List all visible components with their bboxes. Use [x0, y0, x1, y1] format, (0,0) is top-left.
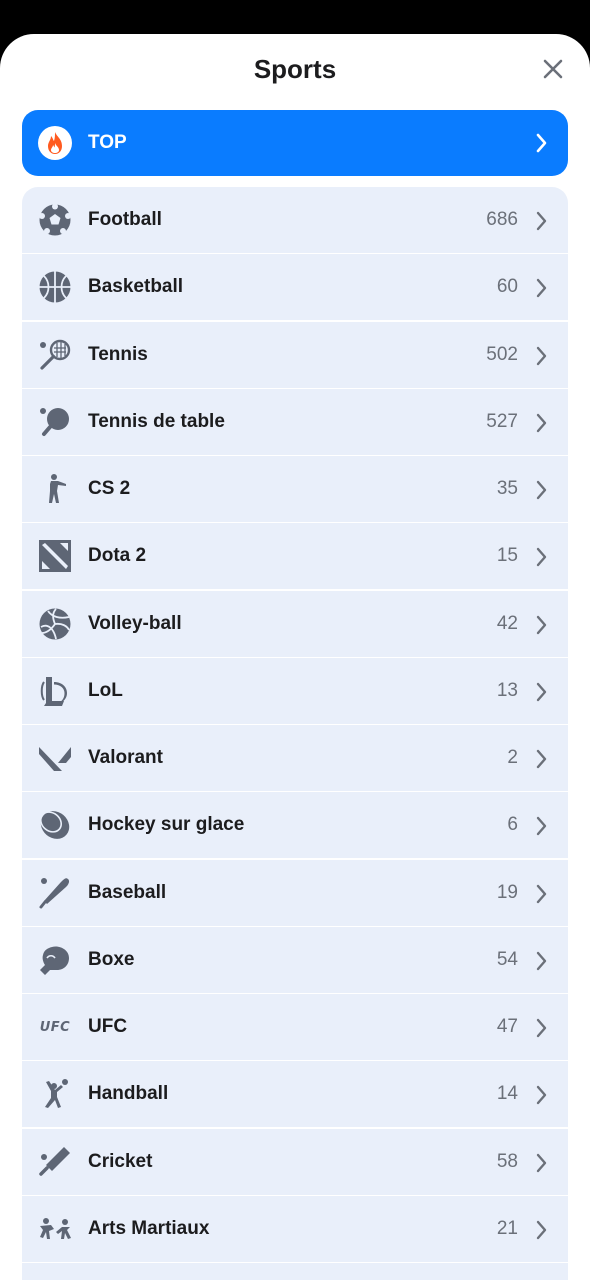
sports-sheet: Sports TOP Football 686 Basketball 60 Tennis… — [0, 34, 590, 1280]
sport-label: Boxe — [88, 948, 135, 970]
chevron-right-icon — [536, 951, 547, 971]
event-count: 14 — [496, 1083, 518, 1105]
event-count: 42 — [496, 612, 518, 634]
chevron-right-icon — [536, 682, 547, 702]
event-count: 686 — [486, 209, 518, 230]
sport-row-football[interactable]: Football 686 — [22, 187, 568, 253]
basketball-icon — [38, 270, 72, 304]
chevron-right-icon — [536, 1018, 547, 1038]
event-count: 13 — [496, 679, 518, 701]
sport-row-boxe[interactable]: Boxe 54 — [22, 926, 568, 993]
sport-row-lol[interactable]: LoL 13 — [22, 657, 568, 724]
martial-arts-icon — [38, 1212, 72, 1246]
cs2-icon — [38, 472, 72, 506]
tennis-icon — [38, 338, 72, 372]
event-count: 47 — [496, 1016, 518, 1038]
event-count: 6 — [507, 814, 518, 836]
chevron-right-icon — [536, 1220, 547, 1240]
sport-label: Valorant — [88, 747, 163, 769]
sport-row-arts-martiaux[interactable]: Arts Martiaux 21 — [22, 1195, 568, 1262]
chevron-right-icon — [536, 817, 547, 836]
chevron-right-icon — [536, 413, 547, 432]
sport-label: Tennis — [88, 343, 148, 365]
sheet-header: Sports — [0, 34, 590, 110]
sport-label: CS 2 — [88, 478, 131, 500]
chevron-right-icon — [536, 1086, 547, 1105]
sport-row-tennis[interactable]: Tennis 502 — [22, 321, 568, 388]
sport-row-handball[interactable]: Handball 14 — [22, 1061, 568, 1128]
chevron-right-icon — [536, 133, 547, 153]
event-count: 35 — [496, 478, 518, 500]
sport-label: Handball — [88, 1083, 169, 1105]
sport-label: Tennis de table — [88, 410, 225, 432]
sport-row-valorant[interactable]: Valorant 2 — [22, 725, 568, 792]
event-count: 527 — [486, 410, 518, 432]
sports-list: Football 686 Basketball 60 Tennis 502 Tennis d… — [22, 187, 568, 1280]
event-count: 21 — [496, 1217, 518, 1239]
top-item[interactable]: TOP — [22, 110, 568, 176]
baseball-bat-icon — [38, 876, 72, 910]
lol-icon — [38, 674, 72, 708]
boxing-glove-icon — [38, 943, 72, 977]
sport-row-ufc[interactable]: UFC UFC 47 — [22, 994, 568, 1061]
sport-label: Basketball — [88, 276, 184, 298]
event-count: 54 — [496, 948, 518, 970]
event-count: 502 — [486, 343, 518, 365]
sport-row-tennis-de-table[interactable]: Tennis de table 527 — [22, 388, 568, 455]
volleyball-icon — [38, 607, 72, 641]
chevron-right-icon — [536, 884, 547, 903]
event-count: 15 — [496, 545, 518, 567]
sport-label: Volley-ball — [88, 612, 182, 634]
page-title: Sports — [253, 54, 337, 84]
hockey-puck-icon — [38, 808, 72, 842]
chevron-right-icon — [536, 211, 547, 231]
sport-row-dota-2[interactable]: Dota 2 15 — [22, 523, 568, 590]
close-icon[interactable] — [542, 58, 564, 80]
event-count: 60 — [496, 276, 518, 298]
sport-row-cricket[interactable]: Cricket 58 — [22, 1128, 568, 1195]
sport-label: Football — [88, 209, 162, 230]
sport-row-hockey-sur-glace[interactable]: Hockey sur glace 6 — [22, 792, 568, 859]
chevron-right-icon — [536, 1153, 547, 1172]
chevron-right-icon — [536, 749, 547, 769]
event-count: 19 — [496, 881, 518, 903]
sport-row-baseball[interactable]: Baseball 19 — [22, 859, 568, 926]
event-count: 2 — [507, 747, 518, 769]
dota2-icon — [38, 539, 72, 573]
cricket-icon — [38, 1145, 72, 1179]
ufc-icon-text: UFC — [39, 1019, 71, 1035]
sport-row-volley-ball[interactable]: Volley-ball 42 — [22, 590, 568, 657]
sport-row-partial[interactable] — [22, 1263, 568, 1280]
sport-label: Dota 2 — [88, 545, 147, 567]
event-count: 58 — [496, 1150, 518, 1172]
sport-row-cs-2[interactable]: CS 2 35 — [22, 456, 568, 523]
sport-label: Baseball — [88, 881, 167, 903]
sport-row-basketball[interactable]: Basketball 60 — [22, 254, 568, 321]
valorant-icon — [38, 741, 72, 775]
chevron-right-icon — [536, 346, 547, 365]
sport-label: Cricket — [88, 1150, 153, 1172]
chevron-right-icon — [536, 615, 547, 634]
sport-label: LoL — [88, 679, 123, 701]
football-icon — [38, 203, 72, 237]
table-tennis-icon — [38, 405, 72, 439]
sport-label: Hockey sur glace — [88, 814, 245, 836]
fire-icon — [38, 126, 72, 160]
handball-icon — [38, 1077, 72, 1111]
top-label: TOP — [88, 132, 127, 153]
sport-label: Arts Martiaux — [88, 1217, 210, 1239]
sport-label: UFC — [88, 1016, 128, 1038]
chevron-right-icon — [536, 279, 547, 298]
chevron-right-icon — [536, 480, 547, 500]
chevron-right-icon — [536, 548, 547, 567]
ufc-icon: UFC — [38, 1010, 72, 1044]
